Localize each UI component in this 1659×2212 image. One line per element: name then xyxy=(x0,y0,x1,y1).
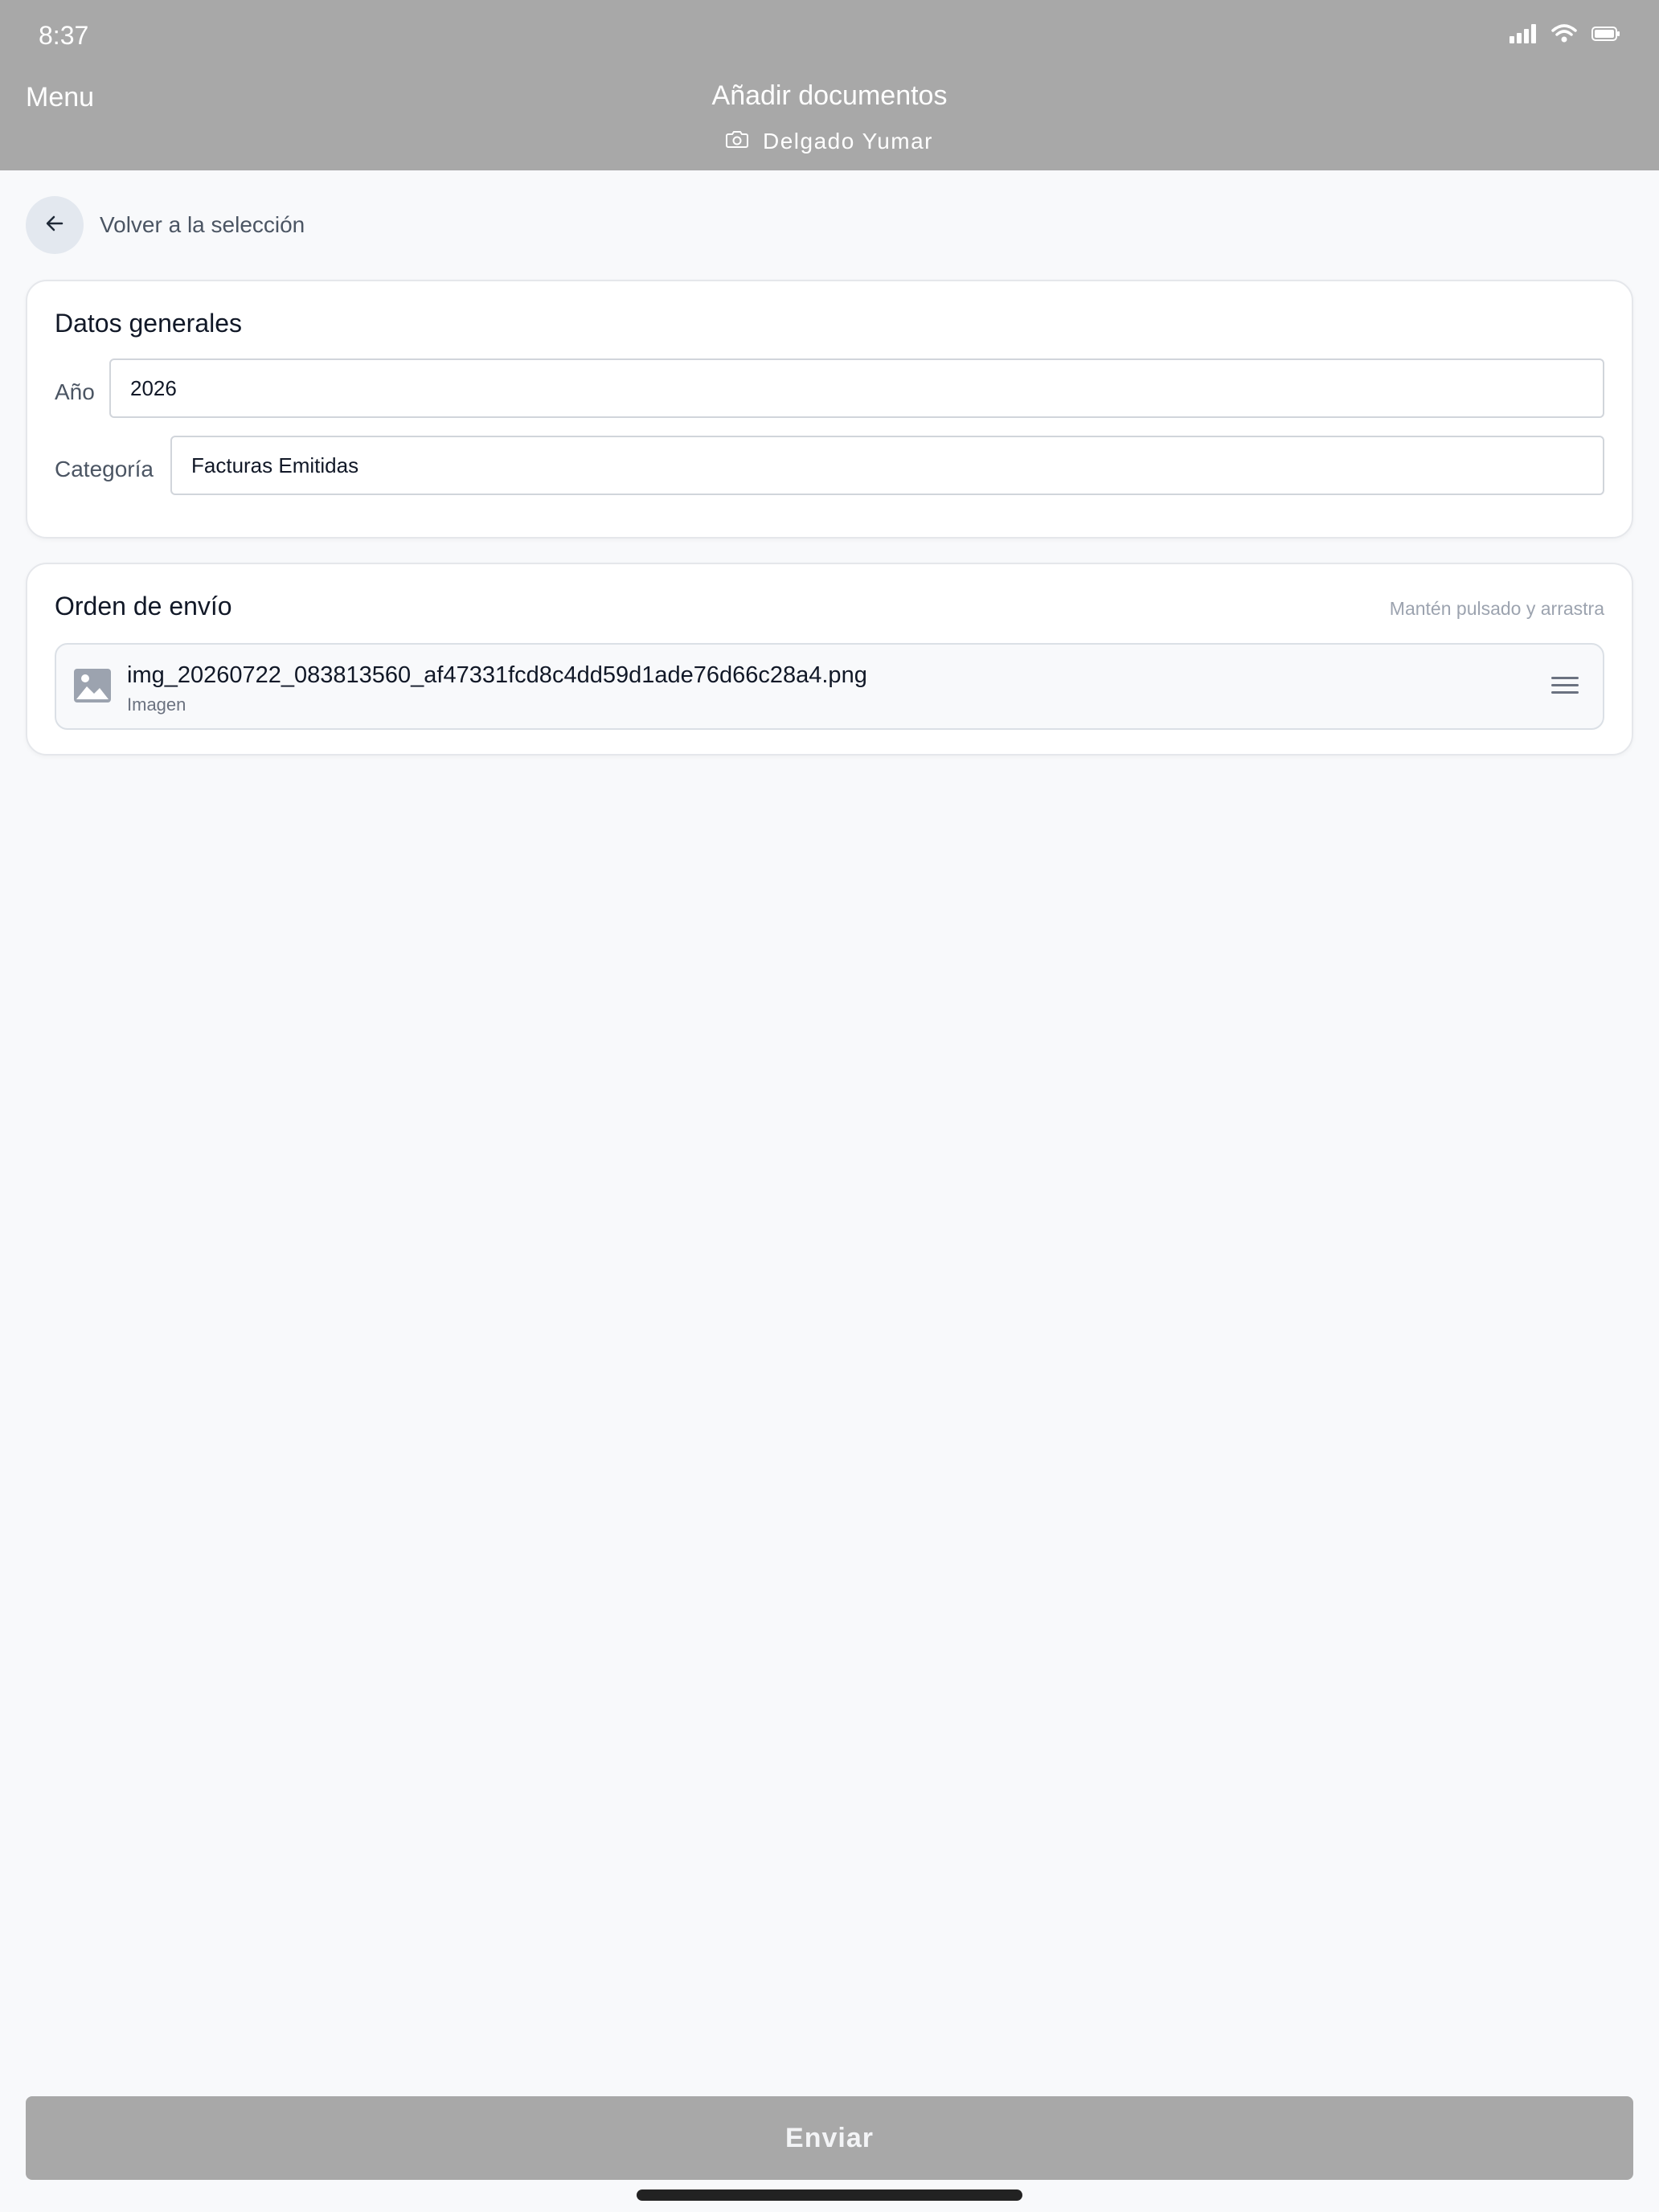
year-label: Año xyxy=(55,379,95,404)
category-select[interactable]: Facturas Emitidas xyxy=(170,436,1604,495)
send-order-title: Orden de envío xyxy=(55,592,232,621)
category-label: Categoría xyxy=(55,457,154,481)
client-name: Delgado Yumar xyxy=(763,129,933,154)
page-title: Añadir documentos xyxy=(711,80,948,111)
general-data-card: Datos generales Año 2026 Categoría Factu… xyxy=(26,280,1633,539)
general-data-title: Datos generales xyxy=(55,309,243,338)
year-field[interactable]: 2026 xyxy=(109,358,1604,418)
client-subtitle: Delgado Yumar xyxy=(0,129,1659,154)
send-button[interactable]: Enviar xyxy=(26,2096,1633,2180)
arrow-left-icon xyxy=(44,213,65,238)
wifi-icon xyxy=(1551,24,1577,47)
back-to-selection[interactable]: Volver a la selección xyxy=(26,196,305,254)
image-file-icon xyxy=(74,669,111,707)
camera-icon xyxy=(726,129,748,154)
send-order-card: Orden de envío Mantén pulsado y arrastra… xyxy=(26,563,1633,756)
drag-hint: Mantén pulsado y arrastra xyxy=(1389,598,1604,619)
status-icons xyxy=(1509,24,1620,47)
file-type: Imagen xyxy=(127,694,186,715)
battery-icon xyxy=(1591,26,1620,46)
cellular-signal-icon xyxy=(1509,24,1537,47)
back-label[interactable]: Volver a la selección xyxy=(100,212,305,238)
drag-handle-icon[interactable] xyxy=(1551,675,1579,700)
status-time: 8:37 xyxy=(39,21,89,50)
list-item[interactable]: img_20260722_083813560_af47331fcd8c4dd59… xyxy=(55,643,1604,730)
home-indicator xyxy=(637,2189,1022,2201)
file-name: img_20260722_083813560_af47331fcd8c4dd59… xyxy=(127,662,867,688)
top-header: 8:37 Menu Añadir documentos Delgado Yuma… xyxy=(0,0,1659,170)
back-button[interactable] xyxy=(26,196,84,254)
